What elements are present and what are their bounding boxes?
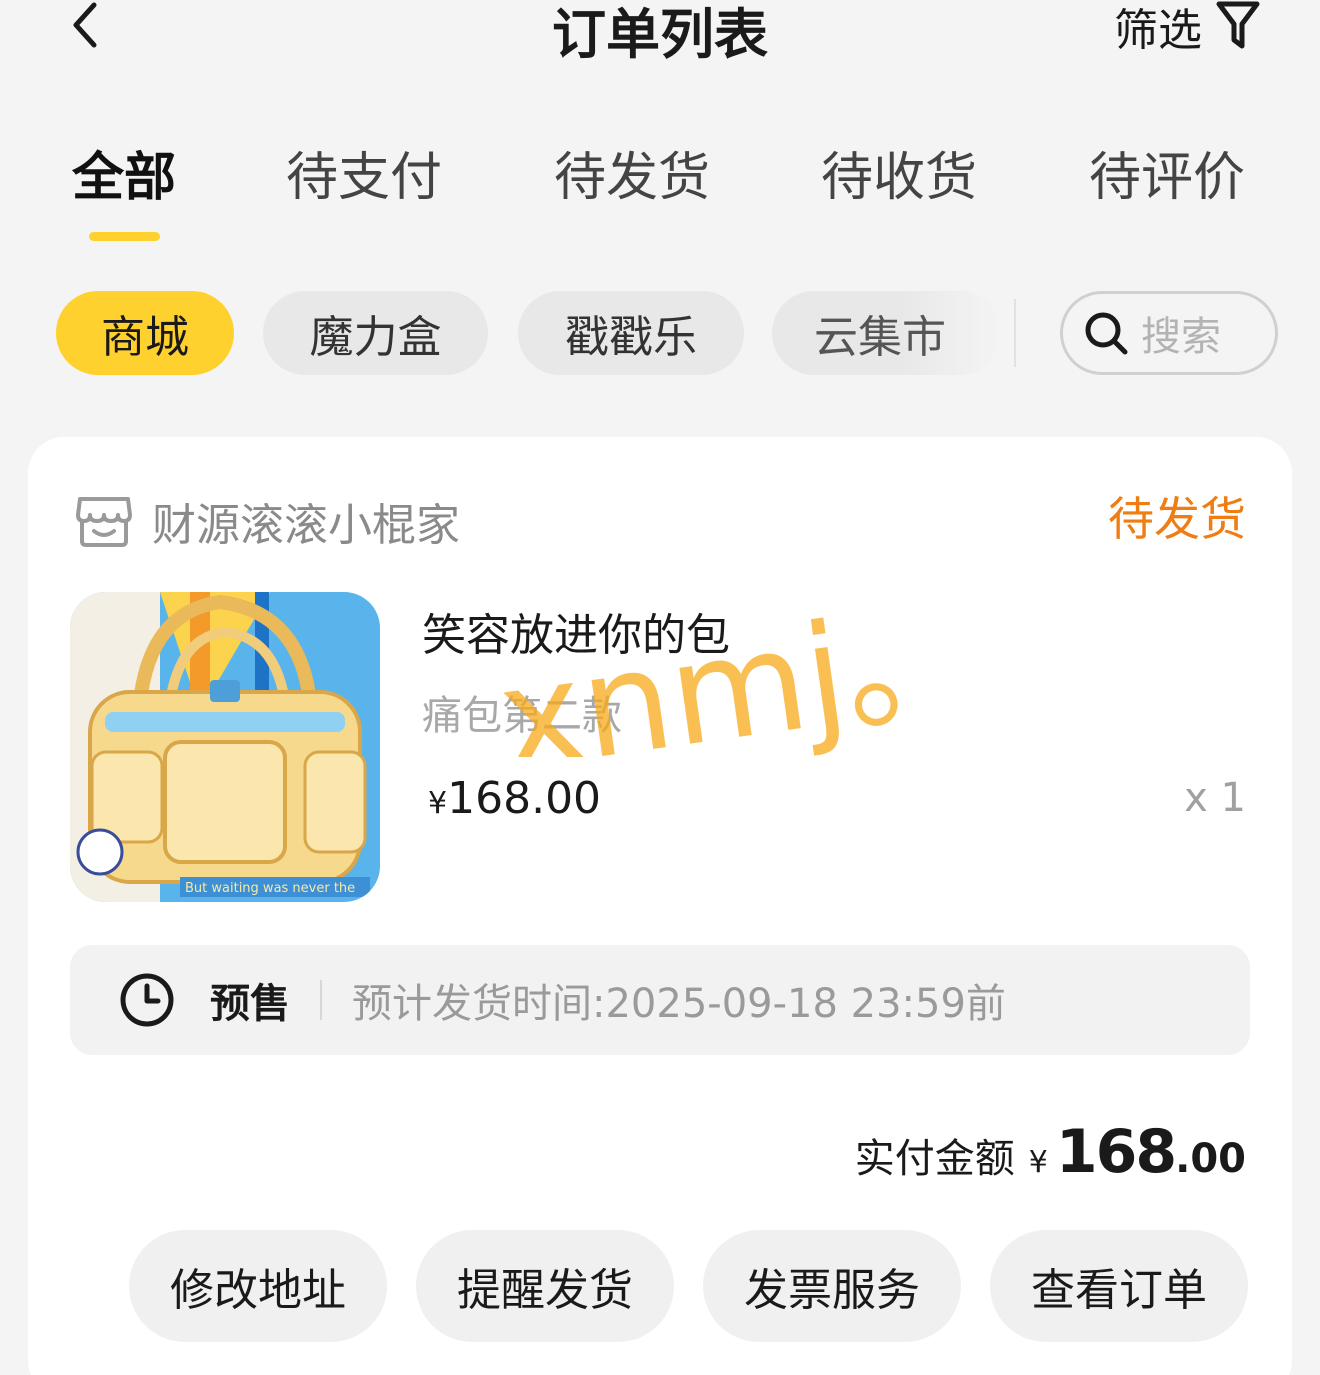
estimated-ship-time: 预计发货时间:2025-09-18 23:59前 (352, 981, 1006, 1027)
thumbnail-caption: But waiting was never the (185, 881, 355, 896)
filter-label: 筛选 (1114, 5, 1202, 56)
price-currency: ¥ (428, 786, 448, 821)
shop-row[interactable]: 财源滚滚小棍家 (74, 489, 460, 553)
search-input[interactable]: 搜索 (1060, 291, 1278, 375)
invoice-service-button[interactable]: 发票服务 (703, 1230, 961, 1342)
top-nav-bar: 订单列表 筛选 (0, 0, 1320, 100)
chips-divider (1014, 299, 1016, 367)
category-chips: 商城 魔力盒 戳戳乐 云集市 搜索 (0, 291, 1320, 375)
active-tab-indicator (89, 232, 160, 241)
product-thumbnail[interactable]: But waiting was never the (70, 592, 380, 902)
store-icon (76, 497, 132, 547)
shop-name: 财源滚滚小棍家 (152, 500, 460, 551)
total-currency: ¥ (1028, 1145, 1048, 1180)
remind-shipment-button[interactable]: 提醒发货 (416, 1230, 674, 1342)
chip-cloud-market[interactable]: 云集市 (772, 291, 1002, 375)
order-status-tabs: 全部 待支付 待发货 待收货 待评价 (0, 135, 1320, 245)
total-integer: 168 (1055, 1117, 1177, 1187)
product-price: ¥168.00 (428, 773, 601, 824)
tab-pending-review[interactable]: 待评价 (1089, 135, 1245, 210)
presale-divider (320, 980, 322, 1020)
total-label: 实付金额 (854, 1136, 1015, 1182)
order-actions: 修改地址 提醒发货 发票服务 查看订单 (28, 1230, 1292, 1342)
product-title[interactable]: 笑容放进你的包 (422, 599, 730, 663)
search-icon (1085, 312, 1128, 355)
clock-icon (120, 973, 174, 1027)
chip-magic-box[interactable]: 魔力盒 (263, 291, 488, 375)
product-image: But waiting was never the (70, 592, 380, 902)
chip-mall[interactable]: 商城 (56, 291, 234, 375)
presale-banner: 预售 预计发货时间:2025-09-18 23:59前 (70, 945, 1250, 1055)
tab-pending-receipt[interactable]: 待收货 (821, 135, 977, 210)
total-decimal: .00 (1175, 1136, 1246, 1182)
chip-poke-fun[interactable]: 戳戳乐 (518, 291, 744, 375)
product-quantity: x 1 (1184, 775, 1246, 821)
search-placeholder: 搜索 (1141, 314, 1221, 360)
view-order-button[interactable]: 查看订单 (990, 1230, 1248, 1342)
tab-all[interactable]: 全部 (72, 135, 176, 210)
product-variant: 痛包第二款 (422, 693, 622, 739)
modify-address-button[interactable]: 修改地址 (129, 1230, 387, 1342)
presale-label: 预售 (210, 981, 290, 1027)
price-amount: 168.00 (447, 773, 602, 824)
funnel-icon (1216, 1, 1260, 49)
tab-pending-payment[interactable]: 待支付 (286, 135, 442, 210)
order-status: 待发货 (1108, 492, 1246, 546)
order-card[interactable]: 财源滚滚小棍家 待发货 But waiting was never the 笑容… (28, 437, 1292, 1375)
order-total: 实付金额 ¥ 168 .00 (855, 1117, 1246, 1187)
filter-button[interactable]: 筛选 (1114, 0, 1260, 58)
tab-pending-shipment[interactable]: 待发货 (554, 135, 710, 210)
